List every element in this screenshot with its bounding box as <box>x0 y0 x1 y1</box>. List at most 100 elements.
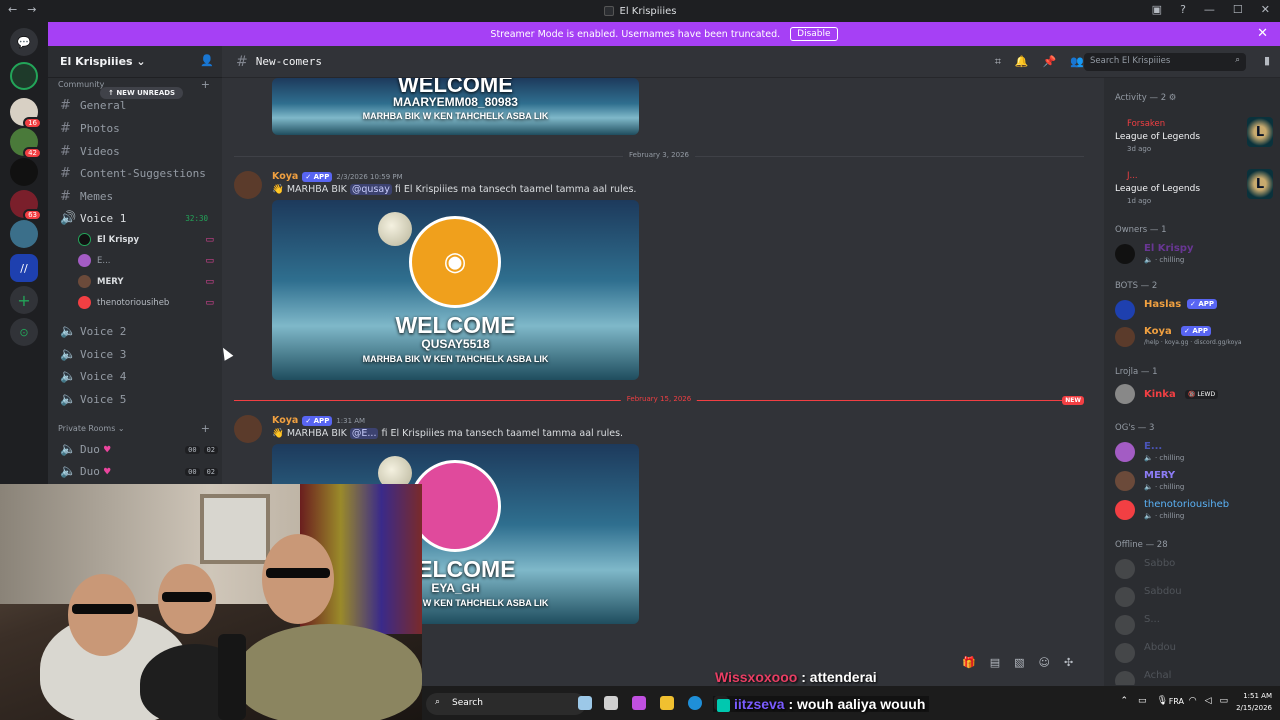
add-server-icon[interactable]: + <box>10 286 38 314</box>
copilot-icon[interactable] <box>632 696 646 710</box>
system-icons[interactable]: ◠ ◁ ▭ <box>1189 696 1228 706</box>
lips-icon: ♥ <box>103 465 111 478</box>
minimize-icon[interactable]: — <box>1204 3 1215 16</box>
threads-icon[interactable]: ⌗ <box>995 55 1001 69</box>
clock[interactable]: 1:51 AM 2/15/2026 <box>1236 690 1272 714</box>
webcam-overlay <box>0 484 422 720</box>
app-tag: ✓ APP <box>302 171 333 182</box>
avatar <box>78 254 91 267</box>
channel-photos[interactable]: # Photos <box>60 121 218 136</box>
member-activity[interactable]: Forsaken League of Legends 3d ago L <box>1115 117 1275 153</box>
avatar <box>1115 587 1135 607</box>
mention[interactable]: @E... <box>349 428 379 439</box>
close-window-icon[interactable]: ✕ <box>1261 3 1270 16</box>
edge-icon[interactable] <box>688 696 702 710</box>
gif-icon[interactable]: ▤ <box>990 656 1000 669</box>
inbox-icon[interactable]: ▮ <box>1264 54 1270 67</box>
member-item[interactable]: Haslas ✓ APP <box>1115 296 1275 324</box>
inbox-icon[interactable]: ▣ <box>1152 3 1162 16</box>
avatar[interactable] <box>234 415 262 443</box>
channel-videos[interactable]: # Videos <box>60 144 218 159</box>
avatar <box>1115 643 1135 663</box>
sticker-icon[interactable]: ▧ <box>1014 656 1024 669</box>
member-item[interactable]: thenotoriousiheb 🔈 · chilling <box>1115 496 1275 524</box>
app-tray-icon[interactable]: ▭ <box>1138 696 1147 706</box>
volume-icon: ◁ <box>1204 696 1212 706</box>
member-item[interactable]: Abdou <box>1115 639 1275 667</box>
bell-icon[interactable]: 🔔 <box>1015 55 1029 69</box>
author-name[interactable]: Koya <box>272 415 298 426</box>
member-item[interactable]: Sabdou <box>1115 583 1275 611</box>
server-icon[interactable]: // <box>10 254 38 282</box>
server-icon[interactable] <box>10 62 38 90</box>
close-banner-icon[interactable]: ✕ <box>1257 26 1268 41</box>
voice-user[interactable]: E... ▭ <box>78 254 218 267</box>
disable-button[interactable]: Disable <box>790 27 838 41</box>
member-item[interactable]: Kinka 🔞 LEWD <box>1115 380 1275 408</box>
sunglasses <box>266 568 330 578</box>
discover-icon[interactable]: ⊙ <box>10 318 38 346</box>
new-unreads-pill[interactable]: ↑ NEW UNREADS <box>100 87 184 99</box>
voice-channel-4[interactable]: 🔈 Voice 4 <box>60 369 218 384</box>
voice-user[interactable]: El Krispy ▭ <box>78 233 218 246</box>
members-icon[interactable]: 👥 <box>1070 55 1084 69</box>
pin-icon[interactable]: 📌 <box>1043 55 1057 69</box>
voice-timer: 32:30 <box>185 214 208 223</box>
taskbar-search[interactable]: ⌕ Search <box>426 693 586 715</box>
member-item[interactable]: MERY 🔈 · chilling <box>1115 467 1275 495</box>
server-icon[interactable] <box>10 220 38 248</box>
file-explorer-icon[interactable] <box>660 696 674 710</box>
emoji-icon[interactable]: ☺ <box>1039 656 1050 669</box>
help-icon[interactable]: ? <box>1180 3 1186 16</box>
voice-channel-1[interactable]: 🔊 Voice 1 32:30 <box>60 211 218 226</box>
add-channel-icon[interactable]: + <box>201 422 210 435</box>
member-item[interactable]: Achal <box>1115 667 1275 685</box>
voice-channel-2[interactable]: 🔈 Voice 2 <box>60 324 218 339</box>
author-name[interactable]: Koya <box>272 171 298 182</box>
voice-channel-5[interactable]: 🔈 Voice 5 <box>60 392 218 407</box>
app-icon[interactable] <box>604 696 618 710</box>
language-indicator[interactable]: FRA <box>1169 697 1184 706</box>
member-item[interactable]: S... <box>1115 611 1275 639</box>
member-item[interactable]: Koya ✓ APP/help · koya.gg · discord.gg/ko… <box>1115 323 1275 351</box>
private-room[interactable]: 🔈 Duo ♥ 00 02 <box>60 442 218 457</box>
gift-icon[interactable]: 🎁 <box>962 656 976 669</box>
private-room[interactable]: 🔈 Duo ♥ 00 02 <box>60 464 218 479</box>
member-item[interactable]: E... 🔈 · chilling <box>1115 438 1275 466</box>
category-community[interactable]: Community <box>58 80 104 89</box>
voice-user[interactable]: thenotoriousiheb ▭ <box>78 296 218 309</box>
direct-messages-icon[interactable]: 💬 <box>10 28 38 56</box>
add-channel-icon[interactable]: + <box>201 78 210 91</box>
member-item[interactable]: Sabbo <box>1115 555 1275 583</box>
back-forward-icon[interactable]: ←→ <box>8 3 46 16</box>
face <box>68 574 138 656</box>
channel-general[interactable]: # General <box>60 98 218 113</box>
welcome-image[interactable]: ◉ WELCOME QUSAY5518 MARHBA BIK W KEN TAH… <box>272 200 639 380</box>
mention[interactable]: @qusay <box>349 184 392 195</box>
maximize-icon[interactable]: ☐ <box>1233 3 1243 16</box>
server-header[interactable]: El Krispiiies ⌄ 👤 <box>48 46 222 78</box>
welcome-image[interactable]: WELCOME MAARYEMM08_80983 MARHBA BIK W KE… <box>272 78 639 135</box>
channel-memes[interactable]: # Memes <box>60 189 218 204</box>
voice-user[interactable]: MERY ▭ <box>78 275 218 288</box>
avatar[interactable] <box>234 171 262 199</box>
chevron-up-icon[interactable]: ⌃ <box>1121 696 1129 706</box>
server-icon[interactable]: 16 <box>10 98 42 129</box>
apps-icon[interactable]: ✣ <box>1064 656 1073 669</box>
member-activity[interactable]: J... League of Legends 1d ago L <box>1115 169 1275 205</box>
server-icon[interactable]: 63 <box>10 190 42 221</box>
category-private-rooms[interactable]: Private Rooms ⌄ <box>58 424 125 433</box>
search-input[interactable]: Search El Krispiiies ⌕ <box>1084 53 1246 71</box>
status-text: 🔈 · chilling <box>1144 512 1185 520</box>
discord-logo-icon: ◉ <box>409 216 501 308</box>
taskview-icon[interactable] <box>578 696 592 710</box>
channel-content-suggestions[interactable]: # Content-Suggestions <box>60 166 218 181</box>
lips-icon: ♥ <box>103 443 111 456</box>
lrojla-header: Lrojla — 1 <box>1115 367 1158 377</box>
member-item[interactable]: El Krispy 🔈 · chilling <box>1115 240 1275 268</box>
server-icon[interactable] <box>10 158 38 186</box>
mic-icon[interactable]: 🎙 <box>1157 696 1168 706</box>
server-icon[interactable]: 42 <box>10 128 42 159</box>
voice-channel-3[interactable]: 🔈 Voice 3 <box>60 347 218 362</box>
add-user-icon[interactable]: 👤 <box>200 54 214 67</box>
